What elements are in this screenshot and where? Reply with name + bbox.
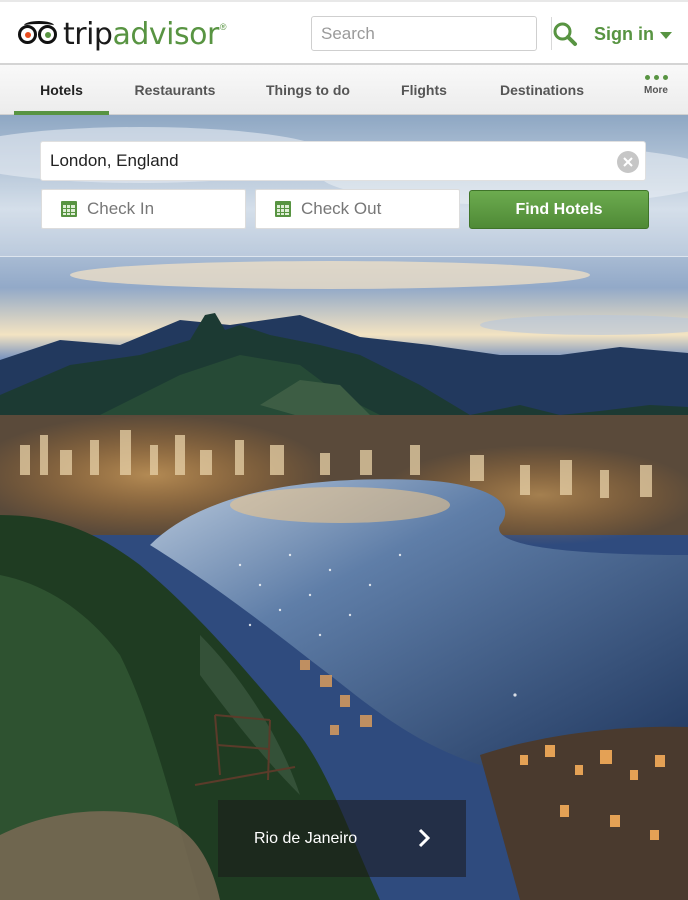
sign-in-menu[interactable]: Sign in [594,24,672,45]
site-search [311,16,577,51]
owl-logo-icon [18,21,60,47]
logo-wordmark: tripadvisor [63,16,219,52]
sign-in-label: Sign in [594,24,654,44]
search-button[interactable] [551,17,578,50]
clear-icon [623,157,633,167]
tab-things-to-do[interactable]: Things to do [254,65,362,115]
find-hotels-button[interactable]: Find Hotels [469,190,649,229]
tab-hotels[interactable]: Hotels [14,65,109,116]
chevron-right-icon [418,828,430,848]
destination-field[interactable]: London, England [40,141,646,181]
logo-registered-mark: ® [219,22,227,32]
tab-flights[interactable]: Flights [389,65,459,115]
chevron-down-icon [660,32,672,39]
check-out-field[interactable]: Check Out [255,189,460,229]
check-in-field[interactable]: Check In [41,189,246,229]
tab-restaurants[interactable]: Restaurants [124,65,226,115]
top-header: tripadvisor ® Sign in [0,0,688,63]
calendar-icon [61,201,77,217]
nav-more-button[interactable]: More [636,75,676,96]
check-out-label: Check Out [301,199,382,218]
clear-button[interactable] [617,151,639,173]
more-dots-icon [636,75,676,80]
main-nav: Hotels Restaurants Things to do Flights … [0,63,688,116]
hotel-search-form: London, England Check In Check Out Find … [0,115,688,257]
search-input[interactable] [312,17,551,50]
search-icon [553,22,577,46]
calendar-icon [275,201,291,217]
caption-label: Rio de Janeiro [254,829,358,847]
check-in-label: Check In [87,199,155,218]
destination-caption[interactable]: Rio de Janeiro [218,800,466,877]
destination-value: London, England [50,151,179,170]
more-label: More [644,85,668,96]
hero-banner: London, England Check In Check Out Find … [0,115,688,900]
tripadvisor-logo[interactable]: tripadvisor ® [18,16,226,52]
tab-destinations[interactable]: Destinations [488,65,596,115]
